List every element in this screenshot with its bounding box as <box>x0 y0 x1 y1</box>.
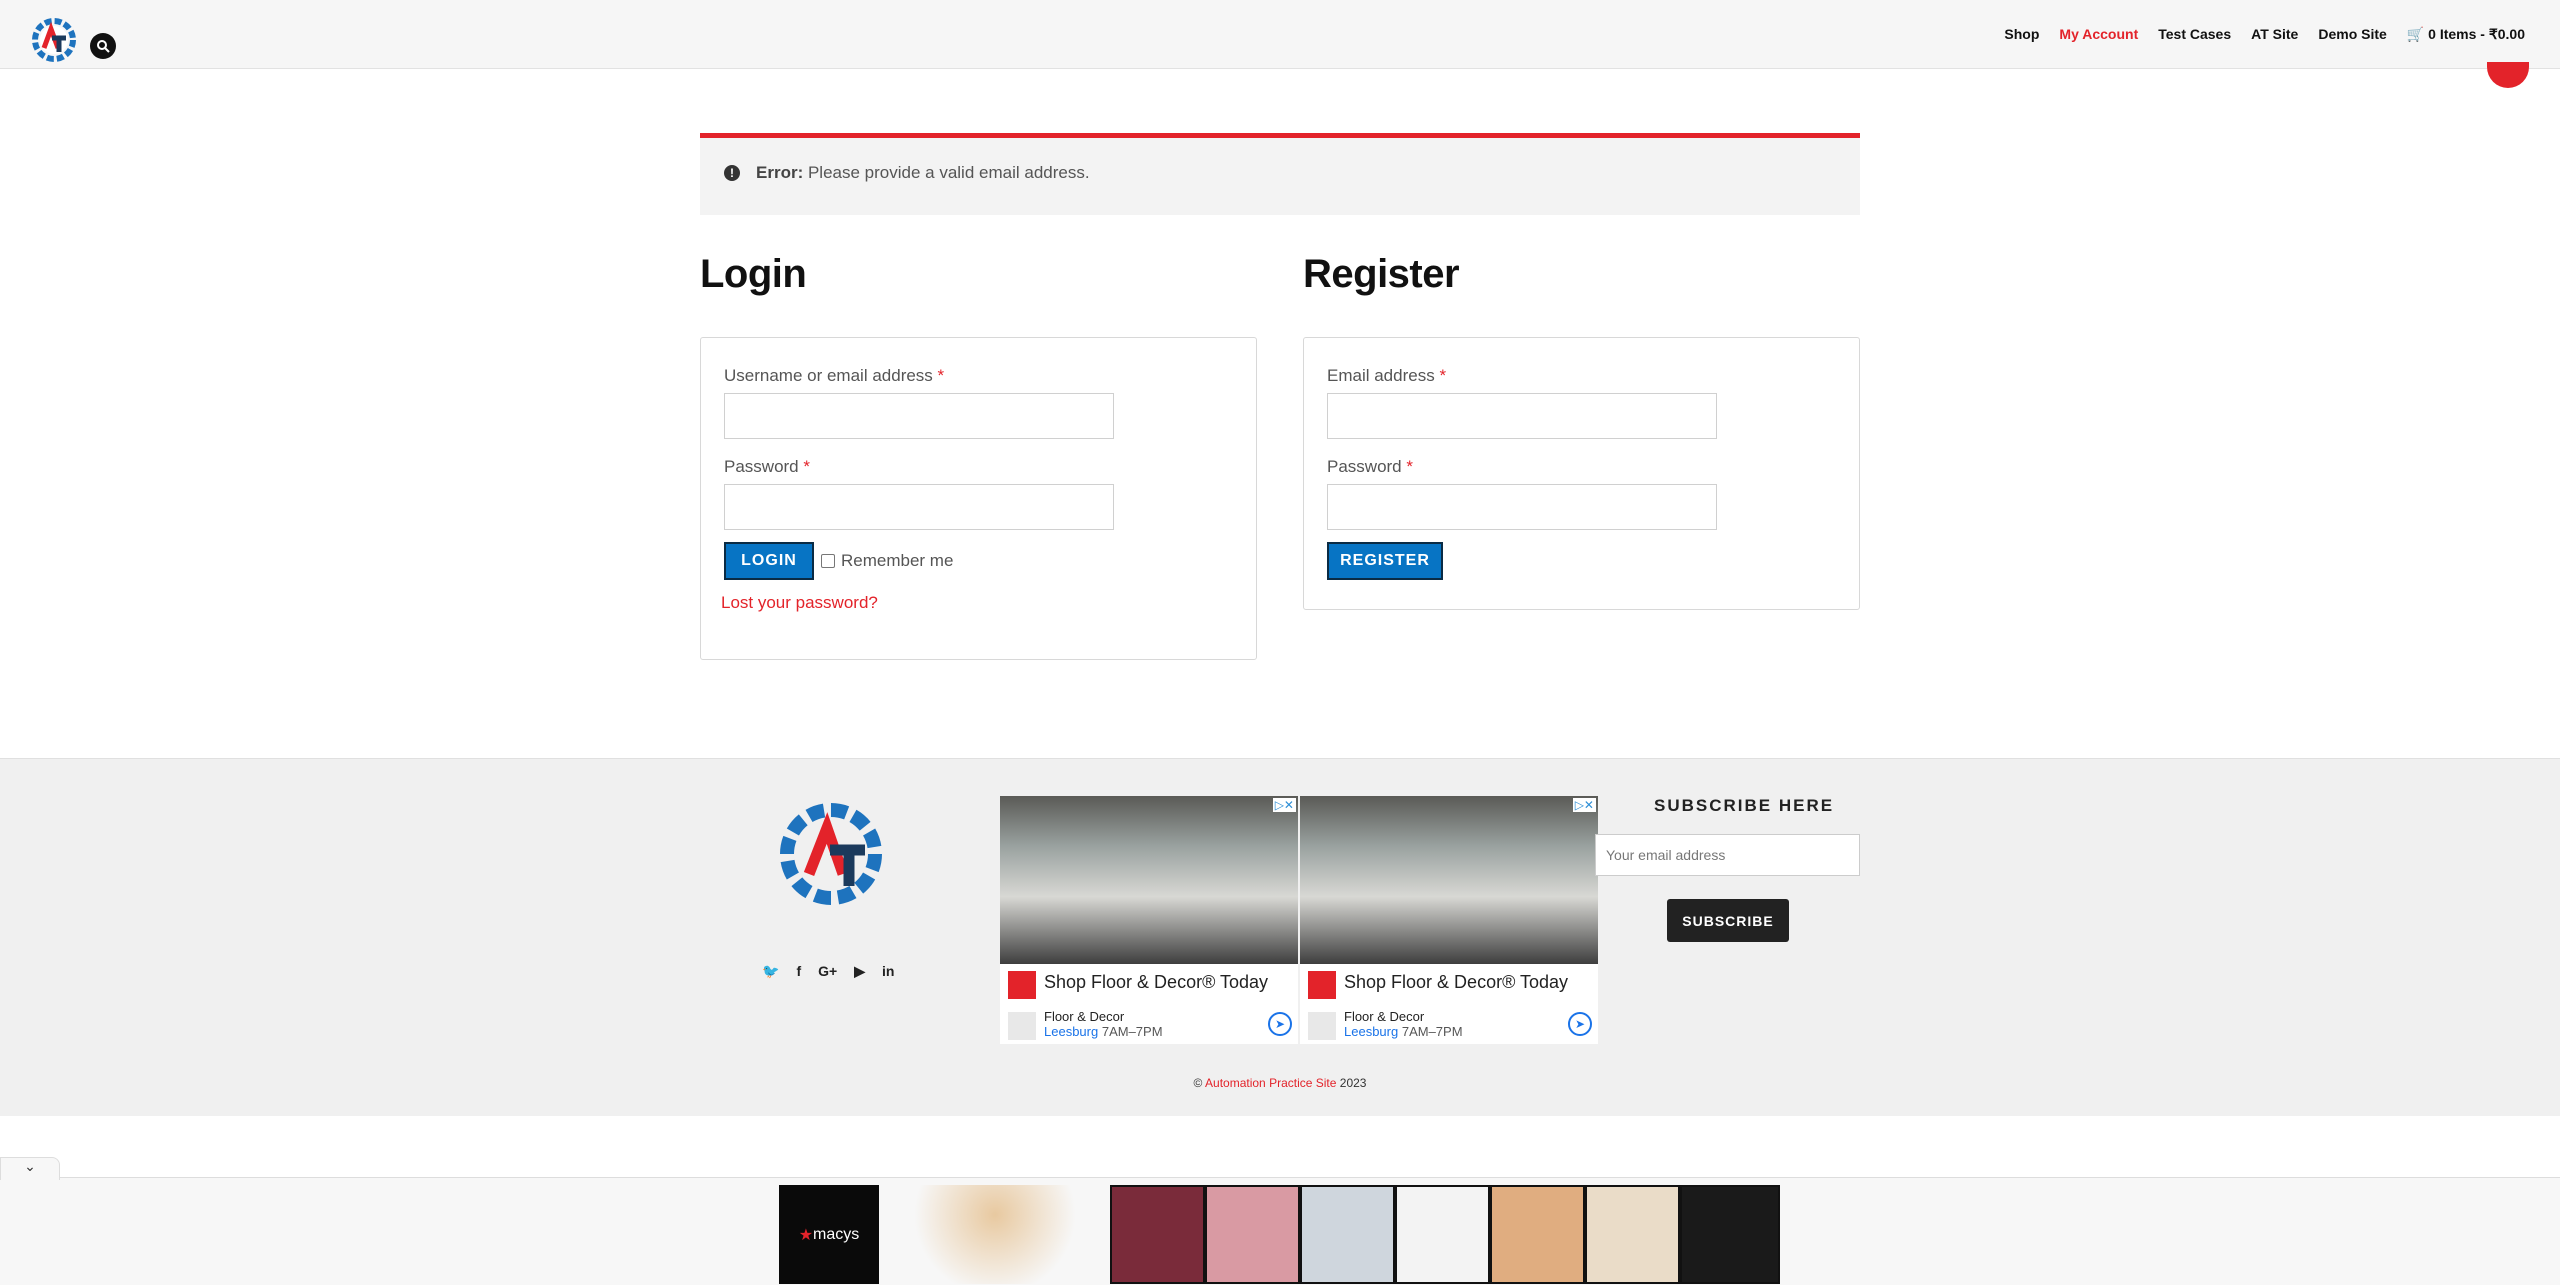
login-password-input[interactable] <box>724 484 1114 530</box>
remember-me[interactable]: Remember me <box>821 551 953 571</box>
search-button[interactable] <box>90 33 116 59</box>
nav-test-cases[interactable]: Test Cases <box>2158 26 2231 43</box>
ad-brand-logo <box>1008 971 1036 999</box>
error-label: Error: <box>756 163 804 182</box>
register-email-input[interactable] <box>1327 393 1717 439</box>
register-title: Register <box>1303 252 1460 296</box>
linkedin-icon[interactable]: in <box>882 963 894 980</box>
remember-checkbox[interactable] <box>821 554 835 568</box>
ad-hours: 7AM–7PM <box>1101 1024 1163 1039</box>
ad-product-jacket[interactable] <box>1680 1185 1780 1284</box>
ad-city: Leesburg <box>1044 1024 1099 1039</box>
ad-image <box>1000 796 1298 964</box>
social-links: 🐦 f G+ ▶ in <box>762 963 894 980</box>
cart-icon: 🛒 <box>2406 26 2425 42</box>
nav-cart[interactable]: 🛒 0 Items - ₹0.00 <box>2407 26 2525 43</box>
nav-demo-site[interactable]: Demo Site <box>2318 26 2386 43</box>
ad-product-pencil[interactable] <box>1395 1185 1490 1284</box>
error-text: Error: Please provide a valid email addr… <box>756 163 1090 183</box>
ad-product-coat-pink[interactable] <box>1205 1185 1300 1284</box>
required-mark: * <box>803 457 810 476</box>
subscribe-button[interactable]: SUBSCRIBE <box>1667 899 1789 942</box>
copyright-link[interactable]: Automation Practice Site <box>1205 1076 1336 1090</box>
facebook-icon[interactable]: f <box>796 963 801 980</box>
required-mark: * <box>1406 457 1413 476</box>
chevron-down-icon: ⌄ <box>24 1158 36 1174</box>
error-notice: ! Error: Please provide a valid email ad… <box>700 133 1860 215</box>
nav-my-account[interactable]: My Account <box>2059 26 2138 43</box>
cart-float-button[interactable] <box>2487 62 2529 88</box>
ad-unit-2[interactable]: ▷✕ Shop Floor & Decor® Today Floor & Dec… <box>1300 796 1598 1044</box>
site-logo[interactable] <box>28 14 80 66</box>
required-mark: * <box>937 366 945 385</box>
email-label-text: Email address <box>1327 366 1435 385</box>
username-input[interactable] <box>724 393 1114 439</box>
ad-product-shirt[interactable] <box>1300 1185 1395 1284</box>
register-password-input[interactable] <box>1327 484 1717 530</box>
ad-product-necklace[interactable] <box>880 1185 1110 1284</box>
macys-ad-logo[interactable]: ★ macys <box>779 1185 879 1284</box>
ad-store: Floor & Decor <box>1344 1009 1425 1024</box>
copyright-year: 2023 <box>1339 1076 1367 1090</box>
google-plus-icon[interactable]: G+ <box>818 963 837 980</box>
ad-location: Leesburg 7AM–7PM <box>1044 1024 1163 1039</box>
footer-logo[interactable] <box>775 794 891 914</box>
nav-shop[interactable]: Shop <box>2004 26 2039 43</box>
ad-product-compact[interactable] <box>1490 1185 1585 1284</box>
ad-headline: Shop Floor & Decor® Today <box>1044 972 1269 992</box>
youtube-icon[interactable]: ▶ <box>854 963 865 980</box>
login-title: Login <box>700 252 807 296</box>
error-message: Please provide a valid email address. <box>807 163 1090 182</box>
map-pin-icon <box>1308 1012 1336 1040</box>
login-password-label-text: Password <box>724 457 799 476</box>
ad-store: Floor & Decor <box>1044 1009 1125 1024</box>
remember-label: Remember me <box>841 551 954 570</box>
register-password-label-text: Password <box>1327 457 1402 476</box>
exclamation-icon: ! <box>724 165 740 181</box>
ad-product-foundation[interactable] <box>1585 1185 1680 1284</box>
twitter-icon[interactable]: 🐦 <box>762 963 779 980</box>
ad-headline: Shop Floor & Decor® Today <box>1344 972 1569 992</box>
map-pin-icon <box>1008 1012 1036 1040</box>
register-password-label: Password * <box>1327 457 1413 477</box>
username-label-text: Username or email address <box>724 366 933 385</box>
register-button[interactable]: REGISTER <box>1327 542 1443 580</box>
directions-icon[interactable]: ➤ <box>1268 1012 1292 1036</box>
ad-choices-icon[interactable]: ▷✕ <box>1572 798 1596 812</box>
macys-brand: macys <box>813 1225 860 1243</box>
ad-unit-1[interactable]: ▷✕ Shop Floor & Decor® Today Floor & Dec… <box>1000 796 1298 1044</box>
login-password-label: Password * <box>724 457 810 477</box>
search-icon <box>97 40 110 53</box>
lost-password-link[interactable]: Lost your password? <box>721 593 878 613</box>
directions-icon[interactable]: ➤ <box>1568 1012 1592 1036</box>
copyright: © Automation Practice Site 2023 <box>0 1076 2560 1090</box>
subscribe-title: SUBSCRIBE HERE <box>1654 796 1835 815</box>
ad-product-coat-burgundy[interactable] <box>1110 1185 1205 1284</box>
main-nav: Shop My Account Test Cases AT Site Demo … <box>2004 26 2525 43</box>
copyright-symbol: © <box>1193 1076 1203 1090</box>
username-label: Username or email address * <box>724 366 944 386</box>
ad-brand-logo <box>1308 971 1336 999</box>
collapse-ad-button[interactable]: ⌄ <box>0 1157 60 1180</box>
subscribe-email-input[interactable]: Your email address <box>1595 834 1860 876</box>
ad-choices-icon[interactable]: ▷✕ <box>1272 798 1296 812</box>
ad-city: Leesburg <box>1344 1024 1399 1039</box>
login-button[interactable]: LOGIN <box>724 542 814 580</box>
required-mark: * <box>1439 366 1447 385</box>
ad-hours: 7AM–7PM <box>1401 1024 1463 1039</box>
email-label: Email address * <box>1327 366 1446 386</box>
ad-location: Leesburg 7AM–7PM <box>1344 1024 1463 1039</box>
ad-image <box>1300 796 1598 964</box>
cart-summary: 0 Items - ₹0.00 <box>2428 26 2525 42</box>
nav-at-site[interactable]: AT Site <box>2251 26 2298 43</box>
